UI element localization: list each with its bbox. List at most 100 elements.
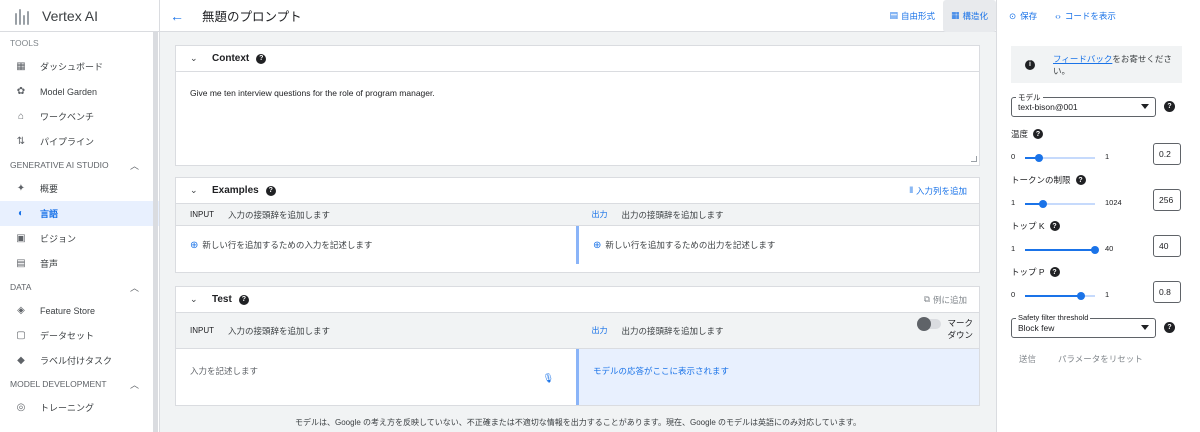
- top-k-input[interactable]: 40: [1153, 235, 1181, 257]
- examples-title: Examples: [212, 185, 259, 196]
- add-circle-icon: ⊕: [593, 239, 602, 251]
- chevron-down-icon[interactable]: ⌄: [190, 185, 212, 196]
- sidebar-item-speech[interactable]: ▤ 音声: [0, 251, 159, 276]
- sidebar-item-model-garden[interactable]: ✿ Model Garden: [0, 79, 159, 104]
- header: ← 無題のプロンプト ▤ 自由形式 ▦ 構造化: [160, 0, 996, 32]
- vision-icon: ▣: [16, 233, 26, 244]
- freeform-icon: ▤: [889, 10, 898, 20]
- top-k-label: トップ K?: [1011, 220, 1060, 232]
- slider-thumb[interactable]: [1077, 292, 1085, 300]
- test-column-headers: INPUT 入力の接頭辞を追加します 出力 出力の接頭辞を追加します マーク ダウン: [176, 313, 979, 349]
- dropdown-arrow-icon: [1141, 325, 1149, 330]
- save-icon: ⊙: [1009, 10, 1017, 21]
- sidebar-scrollbar[interactable]: [153, 32, 158, 432]
- context-header: ⌄ Context ?: [176, 46, 979, 72]
- token-limit-slider[interactable]: 1 1024: [1011, 197, 1122, 209]
- sidebar-item-datasets[interactable]: ▢ データセット: [0, 323, 159, 348]
- slider-thumb[interactable]: [1091, 246, 1099, 254]
- context-card: ⌄ Context ? Give me ten interview questi…: [175, 45, 980, 166]
- resize-handle-icon[interactable]: [971, 156, 977, 162]
- sidebar-item-labeling[interactable]: ◆ ラベル付けタスク: [0, 348, 159, 373]
- section-data[interactable]: DATA ︿: [0, 276, 159, 298]
- temperature-input[interactable]: 0.2: [1153, 143, 1181, 165]
- token-limit-input[interactable]: 256: [1153, 189, 1181, 211]
- add-to-examples-button[interactable]: ⧉ 例に追加: [924, 294, 967, 306]
- sidebar: Vertex AI TOOLS ▦ ダッシュボード ✿ Model Garden ⌂…: [0, 0, 160, 432]
- input-prefix-field[interactable]: 入力の接頭辞を追加します: [228, 209, 330, 221]
- examples-header: ⌄ Examples ? ⫴ 入力列を追加: [176, 178, 979, 204]
- context-title: Context: [212, 53, 250, 64]
- examples-add-row: ⊕ 新しい行を追加するための入力を記述します ⊕ 新しい行を追加するための出力を記述…: [176, 226, 979, 264]
- main-content: ⌄ Context ? Give me ten interview questi…: [160, 32, 996, 432]
- sidebar-item-workbench[interactable]: ⌂ ワークベンチ: [0, 104, 159, 129]
- section-tools: TOOLS: [10, 38, 39, 48]
- help-icon[interactable]: ?: [1075, 175, 1086, 185]
- model-select[interactable]: モデル text-bison@001: [1011, 92, 1156, 117]
- workbench-icon: ⌂: [17, 111, 25, 122]
- top-p-slider[interactable]: 0 1: [1011, 289, 1121, 301]
- dropdown-arrow-icon: [1141, 104, 1149, 109]
- output-key: 出力: [591, 210, 608, 219]
- training-icon: ◎: [16, 402, 26, 413]
- sidebar-item-vision[interactable]: ▣ ビジョン: [0, 226, 159, 251]
- reset-parameters-button[interactable]: パラメータをリセット: [1058, 353, 1143, 365]
- token-limit-label: トークンの制限?: [1011, 174, 1086, 186]
- slider-thumb[interactable]: [1038, 200, 1047, 208]
- temperature-label: 温度?: [1011, 128, 1044, 140]
- context-textarea[interactable]: Give me ten interview questions for the …: [176, 72, 979, 164]
- code-icon: ‹›: [1055, 11, 1061, 21]
- model-help-icon[interactable]: ?: [1164, 101, 1175, 112]
- help-icon[interactable]: ?: [1033, 129, 1044, 139]
- help-icon[interactable]: ?: [238, 294, 249, 305]
- slider-thumb[interactable]: [1035, 154, 1043, 162]
- sidebar-item-training[interactable]: ◎ トレーニング: [0, 395, 159, 420]
- columns-icon: ⫴: [909, 185, 913, 195]
- chevron-up-icon: ︿: [129, 160, 139, 171]
- brand[interactable]: Vertex AI: [0, 0, 159, 32]
- temperature-slider[interactable]: 0 1: [1011, 151, 1121, 163]
- markdown-toggle[interactable]: [917, 317, 941, 331]
- structured-button[interactable]: ▦ 構造化: [942, 0, 996, 32]
- input-prefix-field[interactable]: 入力の接頭辞を追加します: [228, 325, 330, 337]
- label-icon: ◆: [17, 355, 25, 366]
- chevron-down-icon[interactable]: ⌄: [190, 53, 212, 64]
- chevron-down-icon[interactable]: ⌄: [190, 294, 212, 305]
- help-icon[interactable]: ?: [1049, 221, 1060, 231]
- prompt-title[interactable]: 無題のプロンプト: [202, 6, 302, 25]
- save-button[interactable]: ⊙ 保存: [1009, 10, 1037, 22]
- microphone-icon[interactable]: 🎙: [543, 373, 554, 384]
- output-prefix-field[interactable]: 出力の接頭辞を追加します: [622, 325, 724, 337]
- output-prefix-field[interactable]: 出力の接頭辞を追加します: [622, 209, 724, 221]
- safety-help-icon[interactable]: ?: [1164, 322, 1175, 333]
- sidebar-item-dashboard[interactable]: ▦ ダッシュボード: [0, 54, 159, 79]
- help-icon[interactable]: ?: [1049, 267, 1060, 277]
- section-model-development[interactable]: MODEL DEVELOPMENT ︿: [0, 373, 159, 395]
- freeform-button[interactable]: ▤ 自由形式: [881, 5, 943, 27]
- safety-filter-select[interactable]: Safety filter threshold Block few: [1011, 313, 1156, 338]
- add-output-row-field[interactable]: ⊕ 新しい行を追加するための出力を記述します: [576, 226, 979, 264]
- sidebar-item-language[interactable]: ◐ 言語: [0, 201, 159, 226]
- input-key: INPUT: [190, 326, 214, 335]
- examples-card: ⌄ Examples ? ⫴ 入力列を追加 INPUT 入力の接頭辞を追加します 出…: [175, 177, 980, 273]
- add-circle-icon: ⊕: [190, 239, 199, 251]
- add-box-icon: ⧉: [923, 294, 930, 304]
- language-icon: ◐: [17, 208, 25, 219]
- help-icon[interactable]: ?: [256, 53, 267, 64]
- test-input-field[interactable]: 入力を記述します 🎙: [176, 349, 576, 405]
- model-garden-icon: ✿: [16, 86, 26, 97]
- add-input-row-field[interactable]: ⊕ 新しい行を追加するための入力を記述します: [176, 226, 576, 264]
- sidebar-item-pipeline[interactable]: ⇅ パイプライン: [0, 129, 159, 154]
- add-input-column-button[interactable]: ⫴ 入力列を追加: [909, 185, 967, 197]
- sidebar-item-overview[interactable]: ✦ 概要: [0, 176, 159, 201]
- back-arrow-icon[interactable]: ←: [170, 8, 190, 24]
- top-p-input[interactable]: 0.8: [1153, 281, 1181, 303]
- top-k-slider[interactable]: 1 40: [1011, 243, 1121, 255]
- section-generative-ai-studio[interactable]: GENERATIVE AI STUDIO ︿: [0, 154, 159, 176]
- show-code-button[interactable]: ‹› コードを表示: [1055, 10, 1116, 22]
- submit-button[interactable]: 送信: [1019, 353, 1036, 365]
- help-icon[interactable]: ?: [265, 185, 276, 196]
- sidebar-item-feature-store[interactable]: ◈ Feature Store: [0, 298, 159, 323]
- input-key: INPUT: [190, 210, 214, 219]
- disclaimer-text: モデルは、Google の考え方を反映していない、不正確または不適切な情報を出力…: [295, 418, 861, 427]
- feedback-link[interactable]: フィードバック: [1053, 54, 1112, 64]
